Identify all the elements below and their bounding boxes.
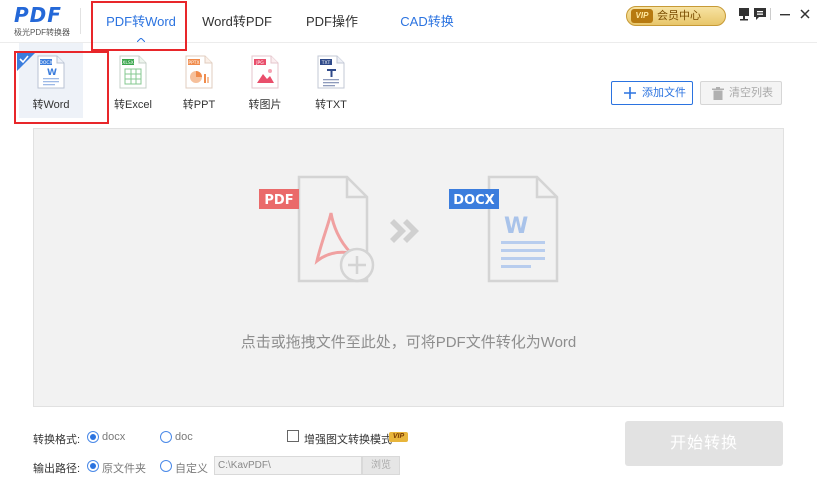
jpg-file-icon: JPG bbox=[251, 55, 279, 89]
tab-label: Word转PDF bbox=[202, 14, 272, 29]
tool-to-excel[interactable]: XLSX 转Excel bbox=[101, 43, 165, 118]
output-original-folder-radio[interactable] bbox=[87, 460, 99, 472]
format-docx-label: docx bbox=[102, 431, 126, 443]
minimize-icon[interactable] bbox=[777, 6, 793, 22]
svg-text:W: W bbox=[47, 68, 57, 78]
tool-label: 转TXT bbox=[315, 99, 347, 111]
tab-label: CAD转换 bbox=[400, 14, 454, 29]
output-path-label: 输出路径: bbox=[33, 463, 81, 475]
tab-label: PDF转Word bbox=[106, 14, 176, 29]
message-icon[interactable] bbox=[752, 6, 768, 22]
trash-icon bbox=[712, 87, 724, 100]
member-center-button[interactable]: VIP 会员中心 bbox=[626, 6, 726, 26]
pptx-file-icon: PPTX bbox=[185, 55, 213, 89]
file-drop-zone[interactable]: PDF DOCX W 点击或拖拽文件至此处，可将PDF文件转化为Word bbox=[33, 128, 784, 407]
format-label: 转换格式: bbox=[33, 434, 81, 446]
window-controls-divider bbox=[770, 8, 771, 20]
conversion-toolbar: DOCX W 转Word XLSX 转Excel PPTX 转PPT JPG 转… bbox=[0, 43, 817, 118]
enhance-mode-label: 增强图文转换模式 bbox=[304, 434, 392, 446]
tool-label: 转PPT bbox=[182, 99, 216, 111]
docx-tag: DOCX bbox=[453, 193, 494, 208]
format-doc-radio[interactable] bbox=[160, 431, 172, 443]
vip-badge-icon: VIP bbox=[389, 432, 408, 442]
custom-path-input[interactable]: C:\KavPDF\ bbox=[214, 456, 362, 475]
start-convert-button[interactable]: 开始转换 bbox=[625, 421, 783, 466]
docx-document-icon: DOCX W bbox=[449, 175, 559, 283]
tool-doc-tag: TXT bbox=[321, 60, 331, 66]
member-center-label: 会员中心 bbox=[657, 10, 701, 22]
app-window: PDF 极光PDF转换器 PDF转Word Word转PDF PDF操作 CAD… bbox=[0, 0, 817, 500]
tab-pdf-operations[interactable]: PDF操作 bbox=[297, 0, 367, 43]
tool-doc-tag: XLSX bbox=[122, 60, 134, 66]
tool-doc-tag: DOCX bbox=[39, 60, 52, 66]
format-doc-label: doc bbox=[175, 431, 193, 443]
svg-text:W: W bbox=[504, 214, 528, 239]
add-file-label: 添加文件 bbox=[642, 87, 686, 99]
tool-label: 转Excel bbox=[114, 99, 152, 111]
tool-label: 转Word bbox=[32, 99, 70, 111]
pdf-tag: PDF bbox=[264, 193, 293, 208]
drop-zone-hint: 点击或拖拽文件至此处，可将PDF文件转化为Word bbox=[240, 334, 577, 351]
logo-mark: PDF bbox=[14, 3, 62, 27]
add-file-button[interactable]: 添加文件 bbox=[611, 81, 693, 105]
output-original-folder-label: 原文件夹 bbox=[102, 463, 146, 475]
tab-word-to-pdf[interactable]: Word转PDF bbox=[195, 0, 279, 43]
browse-button[interactable]: 浏览 bbox=[362, 456, 400, 475]
format-docx-radio[interactable] bbox=[87, 431, 99, 443]
logo-divider bbox=[80, 8, 81, 34]
enhance-mode-checkbox[interactable] bbox=[287, 430, 299, 442]
clear-list-button[interactable]: 清空列表 bbox=[700, 81, 782, 105]
double-arrow-icon bbox=[390, 219, 419, 243]
output-custom-radio[interactable] bbox=[160, 460, 172, 472]
tool-doc-tag: JPG bbox=[255, 60, 264, 66]
tab-pdf-to-word[interactable]: PDF转Word bbox=[95, 0, 187, 43]
pdf-document-icon: PDF bbox=[259, 175, 375, 283]
logo-subtitle: 极光PDF转换器 bbox=[14, 28, 70, 37]
tab-label: PDF操作 bbox=[305, 14, 358, 29]
tool-to-txt[interactable]: TXT 转TXT bbox=[299, 43, 363, 118]
xlsx-file-icon: XLSX bbox=[119, 55, 147, 89]
tool-to-ppt[interactable]: PPTX 转PPT bbox=[167, 43, 231, 118]
tab-active-caret-icon bbox=[137, 38, 145, 42]
tab-cad-convert[interactable]: CAD转换 bbox=[392, 0, 462, 43]
plus-icon bbox=[624, 87, 636, 99]
vip-crown-icon: VIP bbox=[631, 9, 653, 23]
conversion-illustration: PDF DOCX W bbox=[259, 175, 559, 283]
close-icon[interactable] bbox=[797, 6, 813, 22]
tool-to-image[interactable]: JPG 转图片 bbox=[233, 43, 297, 118]
top-bar: PDF 极光PDF转换器 PDF转Word Word转PDF PDF操作 CAD… bbox=[0, 0, 817, 43]
output-custom-label: 自定义 bbox=[175, 463, 208, 475]
docx-file-icon: DOCX W bbox=[37, 55, 65, 89]
skin-icon[interactable] bbox=[736, 6, 752, 22]
check-icon bbox=[19, 55, 29, 64]
app-logo: PDF 极光PDF转换器 bbox=[14, 5, 76, 38]
clear-list-label: 清空列表 bbox=[729, 87, 773, 99]
txt-file-icon: TXT bbox=[317, 55, 345, 89]
tool-label: 转图片 bbox=[248, 99, 282, 111]
tool-doc-tag: PPTX bbox=[188, 60, 199, 66]
